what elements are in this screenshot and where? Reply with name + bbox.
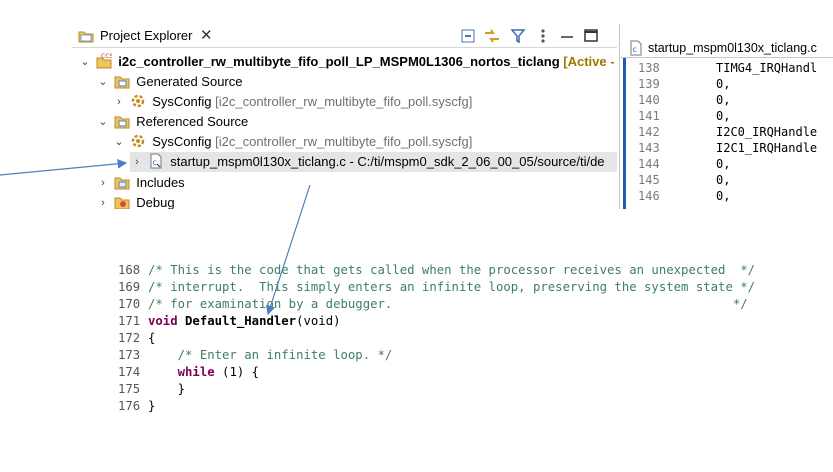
view-menu-icon[interactable] bbox=[534, 27, 552, 45]
sysconfig-icon bbox=[131, 94, 144, 108]
tree-item-sysconfig-referenced[interactable]: ⌄ SysConfig [i2c_controller_rw_multibyte… bbox=[112, 132, 472, 152]
svg-text:CCS: CCS bbox=[101, 53, 112, 60]
minimize-icon[interactable] bbox=[558, 27, 576, 45]
ccs-project-icon: CCS bbox=[96, 53, 112, 69]
tree-item-label: Referenced Source bbox=[136, 114, 249, 129]
tree-item-project[interactable]: ⌄ CCS i2c_controller_rw_multibyte_fifo_p… bbox=[78, 52, 615, 72]
tree-item-label: SysConfig bbox=[152, 94, 212, 109]
code-line-173[interactable]: 173 /* Enter an infinite loop. */ bbox=[118, 347, 392, 364]
code-line[interactable]: 138 TIMG4_IRQHandl bbox=[638, 60, 817, 76]
code-line[interactable]: 143 I2C1_IRQHandle bbox=[638, 140, 817, 156]
editor-tab-startup[interactable]: c startup_mspm0l130x_ticlang.c bbox=[620, 24, 833, 58]
source-folder-icon bbox=[114, 76, 130, 89]
sysconfig-icon bbox=[131, 134, 144, 148]
project-explorer-panel: Project Explorer ✕ ⌄ CCS i2c_controller_… bbox=[72, 24, 617, 209]
chevron-right-icon[interactable]: › bbox=[112, 92, 126, 112]
svg-text:c: c bbox=[152, 158, 156, 167]
tree-item-label: SysConfig bbox=[152, 134, 212, 149]
chevron-right-icon[interactable]: › bbox=[130, 152, 144, 172]
project-explorer-tab[interactable]: Project Explorer ✕ bbox=[72, 24, 617, 48]
maximize-icon[interactable] bbox=[582, 27, 600, 45]
editor-tab-title: startup_mspm0l130x_ticlang.c bbox=[648, 41, 817, 55]
code-line-169[interactable]: 169/* interrupt. This simply enters an i… bbox=[118, 279, 755, 296]
chevron-down-icon[interactable]: ⌄ bbox=[96, 112, 110, 132]
code-line-170[interactable]: 170/* for examination by a debugger. */ bbox=[118, 296, 748, 313]
svg-text:c: c bbox=[633, 45, 637, 54]
code-line[interactable]: 139 0, bbox=[638, 76, 730, 92]
tree-item-sysconfig-generated[interactable]: › SysConfig [i2c_controller_rw_multibyte… bbox=[112, 92, 472, 112]
chevron-down-icon[interactable]: ⌄ bbox=[96, 72, 110, 92]
collapse-all-icon[interactable] bbox=[459, 27, 477, 45]
chevron-right-icon[interactable]: › bbox=[96, 173, 110, 193]
folder-icon bbox=[78, 31, 94, 43]
chevron-down-icon[interactable]: ⌄ bbox=[112, 132, 126, 152]
link-with-editor-icon[interactable] bbox=[483, 27, 501, 45]
tree-item-label: Generated Source bbox=[136, 74, 243, 89]
filter-icon[interactable] bbox=[509, 27, 527, 45]
code-snippet: 168/* This is the code that gets called … bbox=[118, 262, 818, 422]
code-line[interactable]: 146 0, bbox=[638, 188, 730, 204]
tree-item-includes[interactable]: › Includes bbox=[96, 173, 185, 193]
tree-item-generated-source[interactable]: ⌄ Generated Source bbox=[96, 72, 242, 92]
close-icon[interactable]: ✕ bbox=[200, 26, 213, 44]
tree-item-startup-file[interactable]: › c startup_mspm0l130x_ticlang.c - C:/ti… bbox=[130, 152, 617, 172]
tree-item-detail: [i2c_controller_rw_multibyte_fifo_poll.s… bbox=[215, 134, 473, 149]
code-line-175[interactable]: 175 } bbox=[118, 381, 185, 398]
code-line[interactable]: 144 0, bbox=[638, 156, 730, 172]
source-folder-icon bbox=[114, 116, 130, 129]
active-badge: [Active - bbox=[563, 54, 615, 69]
code-line[interactable]: 145 0, bbox=[638, 172, 730, 188]
chevron-right-icon[interactable]: › bbox=[96, 193, 110, 209]
code-line[interactable]: 140 0, bbox=[638, 92, 730, 108]
tree-item-label: Debug bbox=[136, 195, 175, 209]
code-line-176[interactable]: 176} bbox=[118, 398, 155, 415]
tree-item-label: Includes bbox=[136, 175, 185, 190]
tree-item-detail: [i2c_controller_rw_multibyte_fifo_poll.s… bbox=[215, 94, 473, 109]
chevron-down-icon[interactable]: ⌄ bbox=[78, 52, 92, 72]
code-line[interactable]: 141 0, bbox=[638, 108, 730, 124]
editor-gutter bbox=[623, 58, 626, 209]
project-name: i2c_controller_rw_multibyte_fifo_poll_LP… bbox=[118, 54, 560, 69]
c-file-icon: c bbox=[630, 40, 642, 56]
code-line-172[interactable]: 172{ bbox=[118, 330, 155, 347]
tree-item-debug[interactable]: › Debug bbox=[96, 193, 175, 209]
project-explorer-title: Project Explorer bbox=[100, 28, 193, 43]
side-editor-panel: c startup_mspm0l130x_ticlang.c 138 TIMG4_… bbox=[619, 24, 833, 209]
code-line-171[interactable]: 171 void Default_Handler(void) bbox=[118, 313, 341, 330]
debug-folder-icon bbox=[114, 197, 130, 209]
includes-icon bbox=[114, 177, 130, 190]
code-line[interactable]: 142 I2C0_IRQHandle bbox=[638, 124, 817, 140]
tree-item-referenced-source[interactable]: ⌄ Referenced Source bbox=[96, 112, 248, 132]
code-line-174[interactable]: 174 while (1) { bbox=[118, 364, 259, 381]
code-line-168[interactable]: 168/* This is the code that gets called … bbox=[118, 262, 755, 279]
c-file-link-icon: c bbox=[150, 153, 162, 169]
tree-item-label: startup_mspm0l130x_ticlang.c - C:/ti/msp… bbox=[170, 154, 605, 169]
